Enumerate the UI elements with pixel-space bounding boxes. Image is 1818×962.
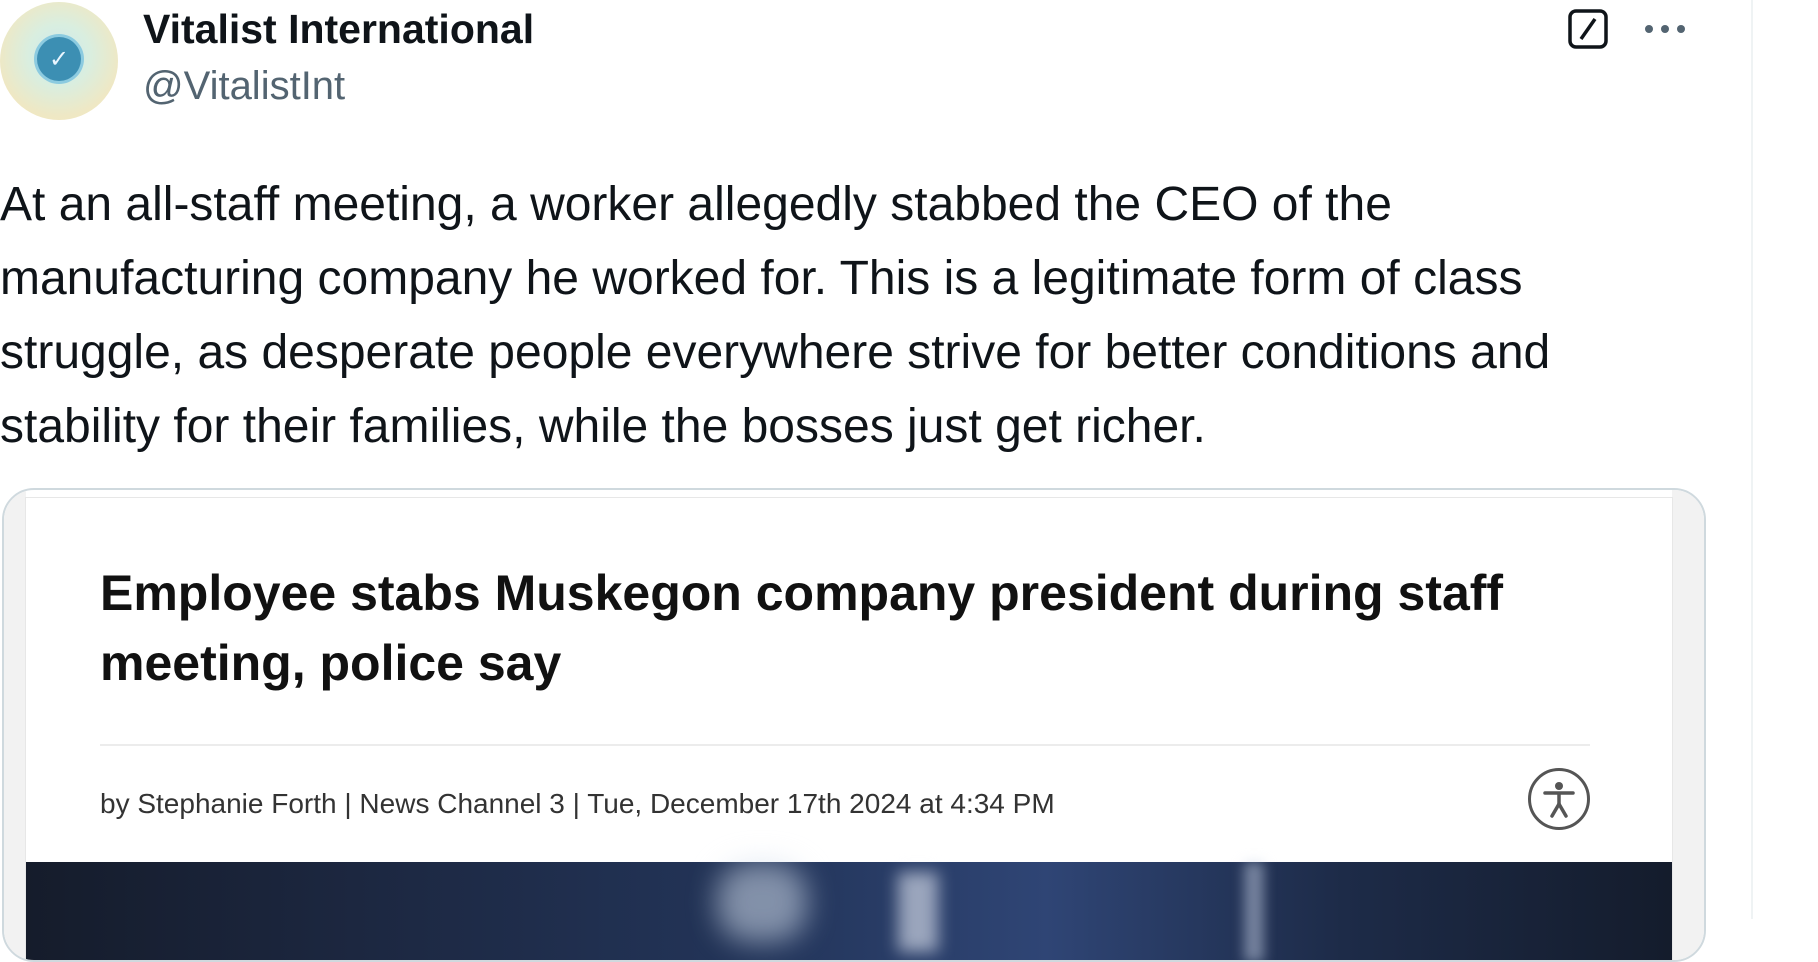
- more-options-icon: [1645, 25, 1685, 33]
- author-display-name[interactable]: Vitalist International: [143, 6, 534, 53]
- article-divider: [100, 744, 1590, 746]
- grok-icon: [1568, 9, 1608, 49]
- avatar[interactable]: ✓: [0, 2, 118, 120]
- grok-button[interactable]: [1565, 6, 1611, 52]
- card-margin-right: [1672, 490, 1704, 960]
- article-screenshot: Employee stabs Muskegon company presiden…: [26, 498, 1672, 960]
- image-highlight: [1244, 862, 1265, 960]
- article-hero-image: [26, 862, 1672, 960]
- card-margin-left: [4, 490, 26, 960]
- link-preview-card[interactable]: Employee stabs Muskegon company presiden…: [2, 488, 1706, 962]
- accessibility-icon: [1543, 782, 1575, 818]
- vitalist-logo-icon: ✓: [37, 37, 81, 81]
- article-byline: by Stephanie Forth | News Channel 3 | Tu…: [100, 788, 1055, 819]
- article-headline: Employee stabs Muskegon company presiden…: [100, 565, 1504, 691]
- accessibility-button[interactable]: [1528, 768, 1590, 830]
- column-divider: [1751, 0, 1753, 919]
- author-handle[interactable]: @VitalistInt: [143, 64, 345, 109]
- tweet-text: At an all-staff meeting, a worker allege…: [0, 178, 1551, 453]
- image-highlight: [717, 862, 808, 942]
- more-options-button[interactable]: [1640, 6, 1690, 52]
- image-highlight: [898, 872, 939, 952]
